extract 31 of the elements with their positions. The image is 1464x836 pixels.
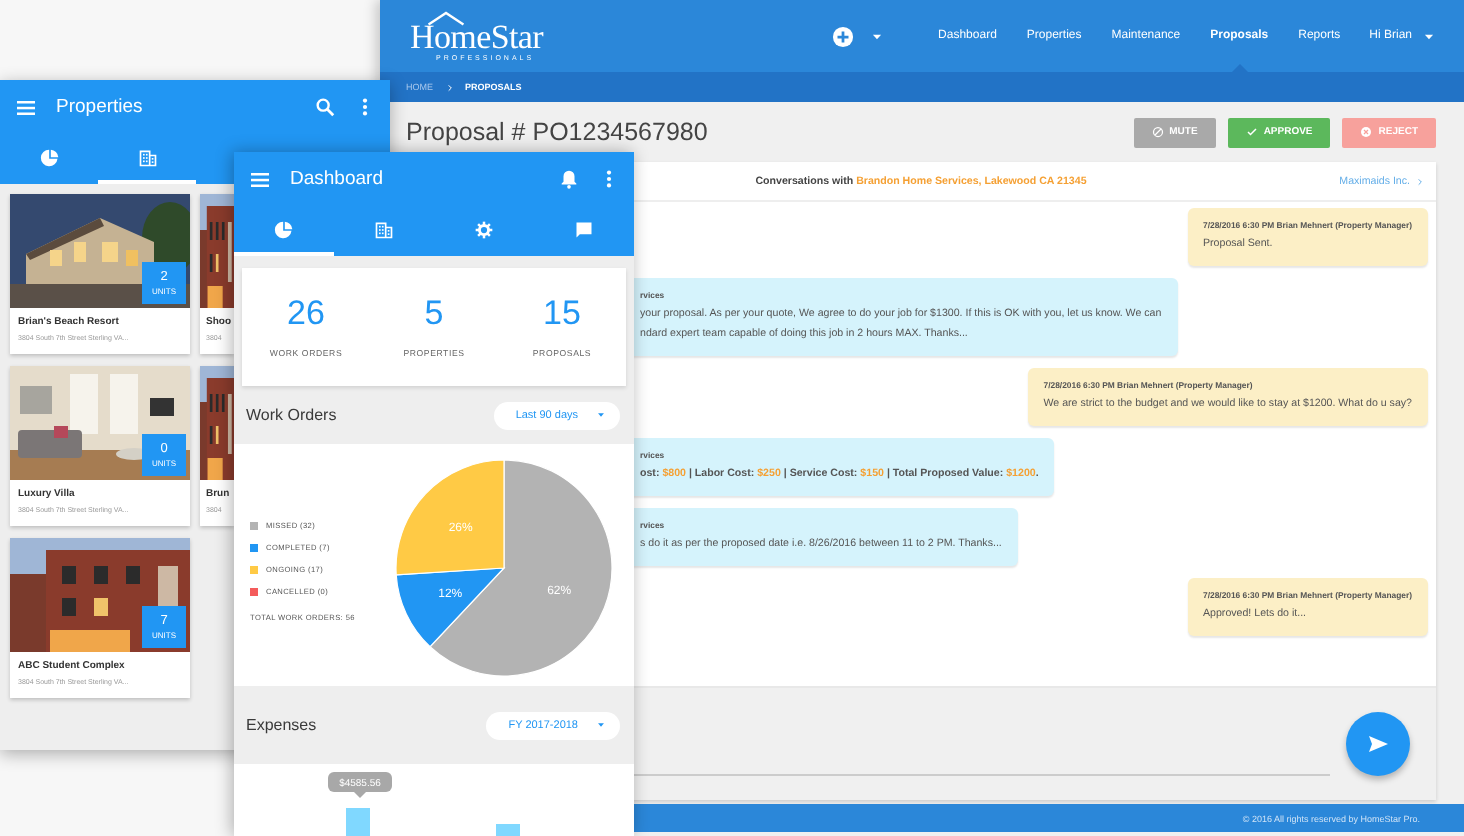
stat-value: 26	[287, 296, 325, 330]
stat-value: 5	[424, 296, 444, 330]
caret-icon[interactable]	[869, 29, 884, 43]
chat-icon	[574, 219, 594, 239]
page-title: Proposal # PO1234567980	[406, 118, 708, 146]
send-icon	[1366, 732, 1390, 756]
logo-wordmark: HomeStar	[410, 19, 544, 53]
pie-chart-icon	[274, 219, 294, 239]
chevron-icon	[1416, 177, 1424, 185]
caret-icon	[596, 720, 606, 730]
mute-icon	[1151, 126, 1164, 138]
app-title: Properties	[56, 96, 145, 118]
app-title: Dashboard	[290, 168, 385, 190]
section-title: Expenses	[246, 716, 317, 734]
send-button[interactable]	[1346, 712, 1410, 776]
menu-icon[interactable]	[14, 95, 38, 119]
building-icon	[374, 219, 394, 239]
settings-icon	[474, 219, 494, 239]
chevron-icon	[445, 83, 453, 91]
section-title: Work Orders	[246, 406, 337, 424]
plus-circle-icon[interactable]	[831, 25, 854, 47]
stat-value: 15	[543, 296, 581, 330]
caret-icon	[1422, 29, 1436, 43]
caret-icon	[596, 410, 606, 420]
check-icon	[1245, 126, 1258, 138]
search-icon[interactable]	[314, 96, 336, 118]
menu-icon[interactable]	[248, 167, 272, 191]
pie-chart-icon	[39, 147, 59, 167]
bell-icon[interactable]	[558, 168, 580, 190]
building-icon	[137, 147, 157, 167]
close-icon	[1360, 126, 1373, 138]
